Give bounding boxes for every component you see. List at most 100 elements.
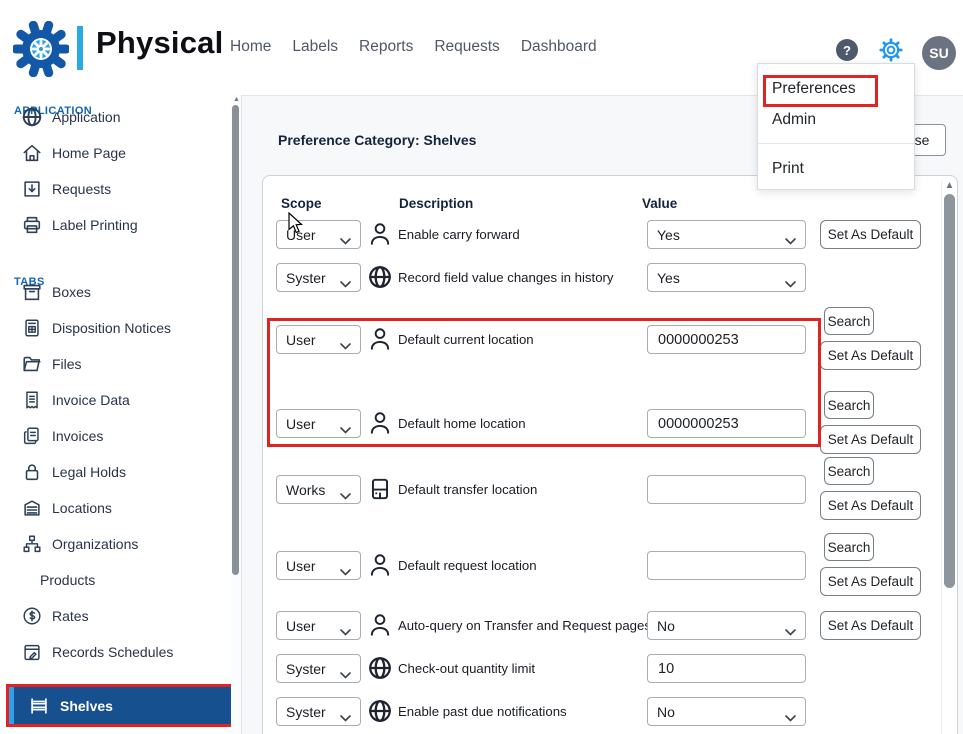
receipt-icon [21, 389, 43, 411]
scope-select-check-out-quantity-limit[interactable]: Syster [276, 654, 361, 683]
sidebar-item-shelves[interactable]: Shelves [9, 687, 232, 724]
search-button-default-current-location[interactable]: Search [824, 307, 874, 335]
chevron-down-icon [340, 232, 351, 239]
panel-scroll-up-arrow[interactable]: ▲ [944, 181, 955, 191]
scope-select-default-transfer-location[interactable]: Works [276, 475, 361, 504]
sidebar-item-locations[interactable]: Locations [0, 490, 231, 526]
column-header-value: Value [642, 196, 677, 211]
sidebar-item-label: Locations [52, 500, 112, 516]
sidebar-item-products[interactable]: Products [0, 562, 231, 598]
sidebar-item-invoices[interactable]: Invoices [0, 418, 231, 454]
scope-select-enable-carry-forward[interactable]: User [276, 220, 361, 249]
preference-description: Default request location [398, 558, 537, 573]
preference-description: Check-out quantity limit [398, 661, 535, 676]
value-input-default-transfer-location[interactable] [647, 475, 806, 504]
search-button-default-request-location[interactable]: Search [824, 533, 874, 561]
sidebar-item-invoice-data[interactable]: Invoice Data [0, 382, 231, 418]
warehouse-icon [21, 497, 43, 519]
chevron-down-icon [785, 232, 796, 239]
set-as-default-button-enable-carry-forward[interactable]: Set As Default [820, 220, 921, 249]
annotation-box-shelves: Shelves [6, 684, 235, 727]
document-grid-icon [21, 317, 43, 339]
sidebar-scrollbar-thumb[interactable] [232, 105, 239, 575]
panel-scrollbar-thumb[interactable] [944, 194, 955, 588]
menu-item-preferences[interactable]: Preferences [772, 80, 856, 98]
chevron-down-icon [340, 623, 351, 630]
nav-item-home[interactable]: Home [230, 38, 271, 56]
nav-item-reports[interactable]: Reports [359, 38, 413, 56]
sidebar-item-label: Products [40, 572, 95, 588]
sidebar-item-label-printing[interactable]: Label Printing [0, 207, 231, 243]
sidebar-item-home-page[interactable]: Home Page [0, 135, 231, 171]
value-input-check-out-quantity-limit[interactable]: 10 [647, 654, 806, 683]
settings-gear-icon[interactable] [878, 37, 904, 63]
request-tray-icon [21, 178, 43, 200]
column-header-scope: Scope [281, 196, 322, 211]
chevron-down-icon [340, 337, 351, 344]
chevron-down-icon [785, 709, 796, 716]
preference-description: Record field value changes in history [398, 270, 614, 285]
top-nav-links: Home Labels Reports Requests Dashboard [230, 38, 597, 56]
value-input-default-home-location[interactable]: 0000000253 [647, 409, 806, 438]
documents-icon [21, 425, 43, 447]
search-button-default-transfer-location[interactable]: Search [824, 457, 874, 485]
user-avatar[interactable]: SU [922, 36, 956, 70]
scope-select-record-field-value-changes-in-[interactable]: Syster [276, 263, 361, 292]
sidebar-item-label: Application [52, 109, 121, 125]
sidebar-item-label: Home Page [52, 145, 126, 161]
sidebar-item-legal-holds[interactable]: Legal Holds [0, 454, 231, 490]
set-as-default-button-auto-query-on-transfer-and-req[interactable]: Set As Default [820, 611, 921, 640]
value-select-enable-carry-forward[interactable]: Yes [647, 220, 806, 249]
chevron-down-icon [340, 421, 351, 428]
dollar-icon [21, 605, 43, 627]
value-select-record-field-value-changes-in-[interactable]: Yes [647, 263, 806, 292]
search-button-default-home-location[interactable]: Search [824, 391, 874, 419]
globe-icon [367, 264, 393, 290]
person-icon [367, 552, 393, 578]
app-logo-gear-icon [13, 21, 69, 77]
scope-select-enable-past-due-notifications[interactable]: Syster [276, 697, 361, 726]
person-icon [367, 326, 393, 352]
sidebar-item-organizations[interactable]: Organizations [0, 526, 231, 562]
sidebar-item-label: Boxes [52, 284, 91, 300]
scope-select-default-request-location[interactable]: User [276, 551, 361, 580]
sidebar-item-records-schedules[interactable]: Records Schedules [0, 634, 231, 670]
menu-item-admin[interactable]: Admin [772, 111, 816, 129]
home-icon [21, 142, 43, 164]
person-icon [367, 410, 393, 436]
sidebar-item-requests[interactable]: Requests [0, 171, 231, 207]
sidebar-item-label: Shelves [60, 698, 113, 714]
nav-item-dashboard[interactable]: Dashboard [521, 38, 597, 56]
set-as-default-button-default-request-location[interactable]: Set As Default [820, 567, 921, 596]
set-as-default-button-default-current-location[interactable]: Set As Default [820, 341, 921, 370]
sidebar-item-boxes[interactable]: Boxes [0, 274, 231, 310]
sidebar-item-files[interactable]: Files [0, 346, 231, 382]
preference-description: Auto-query on Transfer and Request pages [398, 618, 651, 633]
nav-item-labels[interactable]: Labels [292, 38, 338, 56]
chevron-down-icon [340, 275, 351, 282]
panel-scrollbar-border [941, 180, 942, 734]
sidebar-item-application[interactable]: Application [0, 99, 231, 135]
scope-select-auto-query-on-transfer-and-req[interactable]: User [276, 611, 361, 640]
globe-icon [21, 106, 43, 128]
scope-select-default-home-location[interactable]: User [276, 409, 361, 438]
app-window: Physical Home Labels Reports Requests Da… [0, 0, 963, 734]
value-input-default-current-location[interactable]: 0000000253 [647, 325, 806, 354]
set-as-default-button-default-transfer-location[interactable]: Set As Default [820, 491, 921, 520]
sidebar: APPLICATIONApplicationHome PageRequestsL… [0, 95, 242, 734]
sidebar-scroll-up-arrow[interactable]: ▲ [233, 96, 240, 103]
sidebar-item-label: Legal Holds [52, 464, 126, 480]
value-select-enable-past-due-notifications[interactable]: No [647, 697, 806, 726]
set-as-default-button-default-home-location[interactable]: Set As Default [820, 425, 921, 454]
nav-item-requests[interactable]: Requests [434, 38, 499, 56]
value-select-auto-query-on-transfer-and-req[interactable]: No [647, 611, 806, 640]
page-title: Preference Category: Shelves [278, 132, 476, 148]
sidebar-item-disposition-notices[interactable]: Disposition Notices [0, 310, 231, 346]
lock-icon [21, 461, 43, 483]
box-icon [21, 281, 43, 303]
scope-select-default-current-location[interactable]: User [276, 325, 361, 354]
menu-item-print[interactable]: Print [772, 160, 804, 178]
help-icon[interactable]: ? [836, 39, 858, 61]
sidebar-item-rates[interactable]: Rates [0, 598, 231, 634]
value-input-default-request-location[interactable] [647, 551, 806, 580]
